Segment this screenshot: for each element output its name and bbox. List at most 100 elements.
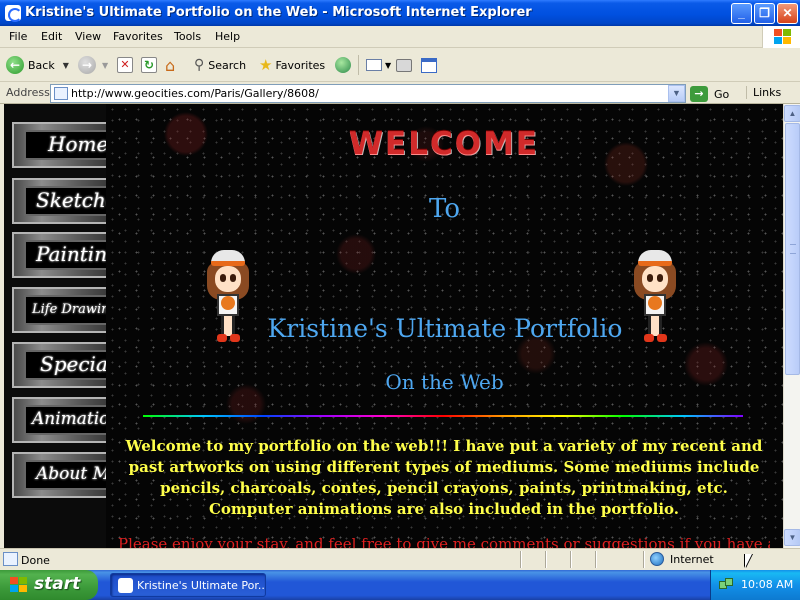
mouse-cursor-icon (745, 554, 752, 568)
page-icon (54, 87, 68, 100)
back-button[interactable]: ← Back ▼ (6, 54, 69, 76)
status-text: Done (21, 554, 50, 567)
nav-home-label: Home (48, 132, 106, 156)
search-icon: ⚲ (194, 57, 205, 73)
mail-dropdown-icon[interactable]: ▼ (385, 61, 391, 70)
start-label: start (34, 574, 81, 594)
scroll-thumb[interactable] (785, 123, 800, 375)
nav-about-me-label: About Me (36, 464, 106, 484)
maximize-button[interactable]: ❐ (754, 3, 775, 24)
menu-view[interactable]: View (75, 30, 101, 43)
search-button[interactable]: ⚲ Search (194, 54, 246, 76)
menu-edit[interactable]: Edit (41, 30, 62, 43)
status-separator (643, 551, 645, 568)
windows-logo-icon (762, 26, 800, 48)
nav-life-drawings[interactable]: Life Drawings (12, 287, 106, 333)
go-arrow-icon: → (690, 86, 708, 102)
to-heading: To (429, 194, 460, 224)
girl-figure-left (205, 250, 251, 346)
internet-explorer-icon (5, 5, 22, 22)
security-zone: Internet (650, 552, 714, 566)
links-button[interactable]: Links (746, 86, 781, 99)
nav-life-drawings-label: Life Drawings (32, 302, 106, 317)
refresh-button[interactable]: ↻ (141, 54, 157, 76)
toolbar-separator (358, 55, 359, 75)
back-dropdown-icon[interactable]: ▼ (63, 61, 69, 70)
go-label: Go (714, 87, 730, 101)
back-label: Back (28, 58, 55, 72)
back-arrow-icon: ← (6, 56, 24, 74)
print-button[interactable] (396, 54, 412, 76)
nav-specials[interactable]: Specials (12, 342, 106, 388)
address-dropdown-button[interactable]: ▼ (668, 85, 685, 102)
scroll-down-button[interactable]: ▼ (784, 529, 800, 546)
menu-tools[interactable]: Tools (174, 30, 201, 43)
status-separator (595, 551, 597, 568)
internet-explorer-icon (118, 578, 133, 593)
history-button[interactable] (335, 54, 351, 76)
left-nav-frame: Home Sketches Paintings Life Drawings Sp… (4, 104, 106, 548)
star-icon: ★ (259, 56, 273, 74)
mail-button[interactable]: ▼ (366, 54, 391, 76)
status-separator (570, 551, 572, 568)
address-input[interactable]: http://www.geocities.com/Paris/Gallery/8… (50, 84, 686, 103)
history-icon (335, 57, 351, 73)
forward-button[interactable]: → ▼ (78, 54, 108, 76)
windows-flag-icon (10, 577, 28, 593)
go-button[interactable]: → Go (690, 85, 729, 103)
nav-paintings-label: Paintings (36, 242, 106, 266)
note-paragraph: Please enjoy your stay, and feel free to… (118, 535, 770, 548)
minimize-button[interactable]: _ (731, 3, 752, 24)
home-button[interactable]: ⌂ (165, 54, 175, 76)
taskbar: start Kristine's Ultimate Por... 10:08 A… (0, 570, 800, 600)
clock[interactable]: 10:08 AM (741, 578, 793, 591)
mail-icon (366, 59, 382, 71)
address-bar: Address http://www.geocities.com/Paris/G… (0, 82, 800, 104)
nav-paintings[interactable]: Paintings (12, 232, 106, 278)
globe-icon (650, 552, 664, 566)
home-icon: ⌂ (165, 55, 176, 75)
vertical-scrollbar[interactable]: ▲ ▼ (783, 104, 800, 548)
address-url: http://www.geocities.com/Paris/Gallery/8… (71, 87, 319, 100)
nav-home[interactable]: Home (12, 122, 106, 168)
intro-paragraph: Welcome to my portfolio on the web!!! I … (125, 437, 763, 518)
welcome-banner: WELCOME (348, 126, 540, 162)
menu-favorites[interactable]: Favorites (113, 30, 163, 43)
menu-file[interactable]: File (9, 30, 27, 43)
search-label: Search (208, 58, 247, 72)
edit-button[interactable] (421, 54, 437, 76)
window-title: Kristine's Ultimate Portfolio on the Web… (25, 5, 532, 20)
refresh-icon: ↻ (141, 57, 157, 73)
menu-help[interactable]: Help (215, 30, 240, 43)
network-icon[interactable] (719, 578, 735, 592)
rainbow-divider (143, 415, 743, 417)
status-separator (545, 551, 547, 568)
status-bar: Done Internet (0, 548, 800, 570)
nav-sketches[interactable]: Sketches (12, 178, 106, 224)
edit-page-icon (421, 57, 437, 73)
stop-icon: ✕ (117, 57, 133, 73)
portfolio-title: Kristine's Ultimate Portfolio (267, 314, 623, 343)
window-title-bar[interactable]: Kristine's Ultimate Portfolio on the Web… (0, 0, 800, 26)
portfolio-subtitle: On the Web (385, 370, 504, 394)
standard-toolbar: ← Back ▼ → ▼ ✕ ↻ ⌂ ⚲ Search ★ Favorites … (0, 48, 800, 82)
favorites-label: Favorites (275, 58, 326, 72)
nav-sketches-label: Sketches (36, 188, 106, 212)
taskbar-ie-window[interactable]: Kristine's Ultimate Por... (110, 573, 266, 597)
nav-specials-label: Specials (40, 352, 106, 376)
taskbar-ie-label: Kristine's Ultimate Por... (137, 579, 266, 592)
stop-button[interactable]: ✕ (117, 54, 133, 76)
close-button[interactable]: ✕ (777, 3, 798, 24)
nav-about-me[interactable]: About Me (12, 452, 106, 498)
print-icon (396, 58, 412, 72)
favorites-button[interactable]: ★ Favorites (259, 54, 325, 76)
forward-dropdown-icon[interactable]: ▼ (102, 61, 108, 70)
start-button[interactable]: start (0, 570, 98, 600)
address-label: Address (6, 86, 50, 99)
girl-figure-right (632, 250, 678, 346)
forward-arrow-icon: → (78, 56, 96, 74)
nav-animations[interactable]: Animations (12, 397, 106, 443)
status-separator (520, 551, 522, 568)
page-done-icon (3, 552, 18, 566)
scroll-up-button[interactable]: ▲ (784, 105, 800, 122)
